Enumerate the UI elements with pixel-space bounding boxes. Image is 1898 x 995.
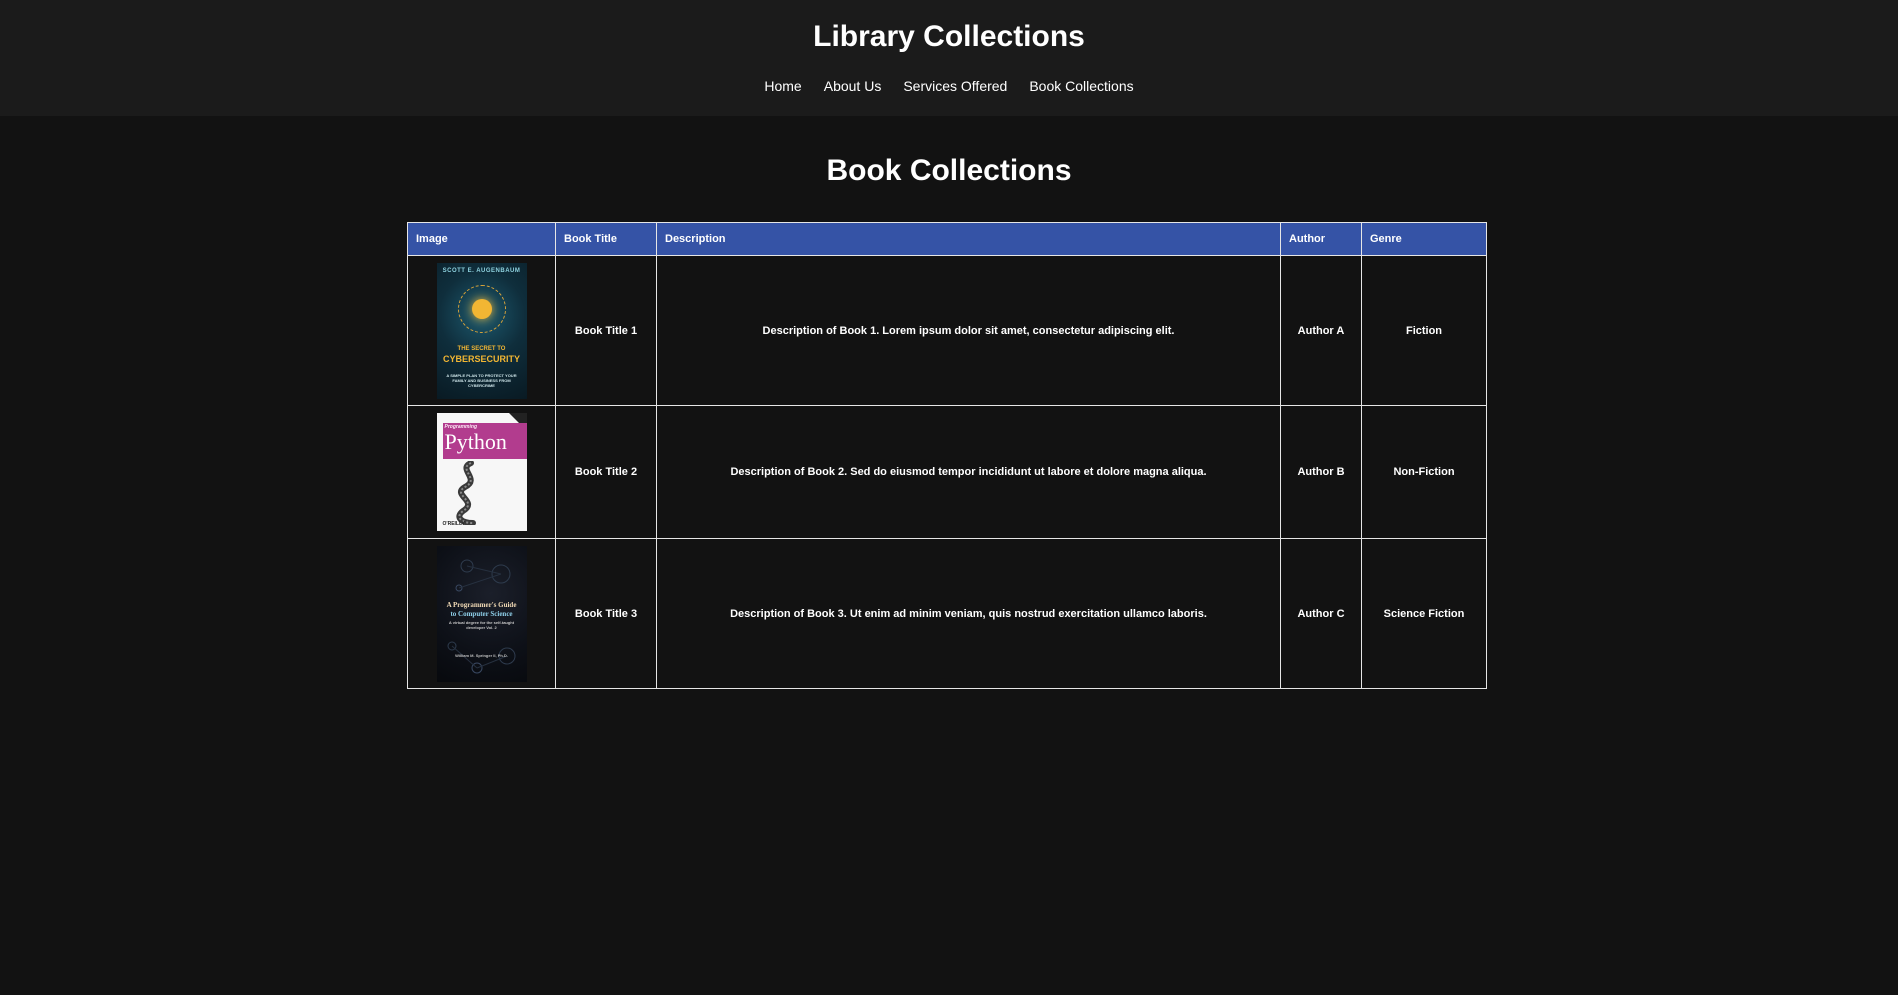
nav-about-us[interactable]: About Us: [824, 78, 882, 94]
site-header: Library Collections Home About Us Servic…: [0, 0, 1898, 116]
snake-illustration: [455, 461, 476, 525]
python-cover-image: Programming Python O'REILLY: [436, 413, 527, 531]
cover-title-line1: A Programmer's Guide: [446, 600, 517, 609]
image-cell: SCOTT E. AUGENBAUM THE SECRET TO CYBERSE…: [407, 255, 556, 406]
author-cell: Author C: [1280, 538, 1362, 689]
description-cell: Description of Book 3. Ut enim ad minim …: [656, 538, 1281, 689]
table-row: Programming Python O'REILLY Book Title 2…: [407, 405, 1487, 539]
book-table: Image Book Title Description Author Genr…: [407, 222, 1487, 689]
book-title-cell: Book Title 2: [555, 405, 657, 539]
column-header-author: Author: [1280, 222, 1362, 256]
column-header-genre: Genre: [1361, 222, 1487, 256]
image-cell: Programming Python O'REILLY: [407, 405, 556, 539]
genre-cell: Non-Fiction: [1361, 405, 1487, 539]
cover-author: SCOTT E. AUGENBAUM: [442, 267, 521, 274]
programmers-guide-cover-image: A Programmer's Guide to Computer Science…: [436, 545, 527, 682]
cover-subtitle: A SIMPLE PLAN TO PROTECT YOUR FAMILY AND…: [446, 372, 517, 388]
nav-services-offered[interactable]: Services Offered: [903, 78, 1007, 94]
table-row: SCOTT E. AUGENBAUM THE SECRET TO CYBERSE…: [407, 255, 1487, 406]
cover-title-line2: to Computer Science: [450, 609, 513, 618]
book-table-wrapper: Image Book Title Description Author Genr…: [407, 222, 1487, 689]
cover-pretitle: THE SECRET TO: [457, 345, 506, 352]
table-header-row: Image Book Title Description Author Genr…: [407, 222, 1487, 256]
site-title: Library Collections: [813, 20, 1085, 53]
table-row: A Programmer's Guide to Computer Science…: [407, 538, 1487, 689]
column-header-description: Description: [656, 222, 1281, 256]
cover-author: William M. Springer II, Ph.D.: [455, 652, 508, 658]
cover-subtitle: A virtual degree for the self-taught dev…: [448, 619, 515, 630]
lock-icon: [471, 298, 492, 319]
cover-title: Python: [444, 429, 507, 454]
description-cell: Description of Book 1. Lorem ipsum dolor…: [656, 255, 1281, 406]
cybersecurity-cover-image: SCOTT E. AUGENBAUM THE SECRET TO CYBERSE…: [436, 262, 527, 399]
image-cell: A Programmer's Guide to Computer Science…: [407, 538, 556, 689]
description-cell: Description of Book 2. Sed do eiusmod te…: [656, 405, 1281, 539]
main-nav: Home About Us Services Offered Book Coll…: [0, 78, 1898, 94]
author-cell: Author B: [1280, 405, 1362, 539]
author-cell: Author A: [1280, 255, 1362, 406]
genre-cell: Fiction: [1361, 255, 1487, 406]
genre-cell: Science Fiction: [1361, 538, 1487, 689]
cover-publisher: O'REILLY: [442, 521, 465, 527]
page-title: Book Collections: [826, 154, 1072, 187]
nav-home[interactable]: Home: [764, 78, 801, 94]
cover-title: CYBERSECURITY: [442, 353, 520, 364]
book-title-cell: Book Title 3: [555, 538, 657, 689]
column-header-book-title: Book Title: [555, 222, 657, 256]
book-title-cell: Book Title 1: [555, 255, 657, 406]
column-header-image: Image: [407, 222, 556, 256]
nav-book-collections[interactable]: Book Collections: [1029, 78, 1133, 94]
